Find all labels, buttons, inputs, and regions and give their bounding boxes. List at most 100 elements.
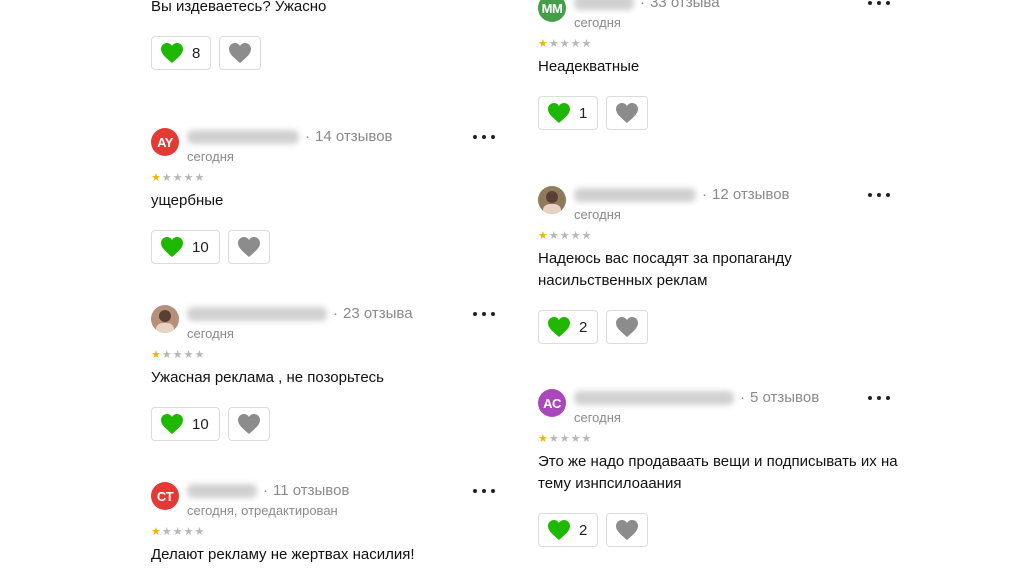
dislike-button[interactable] (227, 230, 270, 264)
more-dots-icon[interactable] (868, 392, 890, 404)
author-line: · 5 отзывов (574, 389, 819, 406)
review-actions: 10 (151, 407, 501, 441)
dislike-button[interactable] (227, 407, 270, 441)
like-count: 10 (192, 238, 209, 256)
more-dots-icon[interactable] (473, 485, 495, 497)
avatar[interactable]: AY (151, 128, 179, 156)
more-dots-icon[interactable] (868, 0, 890, 9)
dislike-button[interactable] (606, 513, 649, 547)
review-date: сегодня (574, 207, 621, 222)
like-count: 1 (579, 104, 588, 122)
star-icon: ★ (581, 38, 593, 50)
star-icon: ★ (183, 526, 195, 538)
gray-heart-icon (237, 237, 260, 257)
star-icon: ★ (548, 38, 560, 50)
author-line: · 33 отзыва (574, 0, 720, 11)
like-count: 10 (192, 415, 209, 433)
star-icon: ★ (172, 526, 184, 538)
star-icon: ★ (570, 433, 582, 445)
rating-stars: ★★★★★ (151, 349, 501, 361)
review-actions: 2 (538, 310, 898, 344)
star-icon: ★ (172, 349, 184, 361)
like-button[interactable]: 10 (151, 230, 220, 264)
avatar[interactable]: CT (151, 482, 179, 510)
review-count[interactable]: 11 отзывов (273, 482, 349, 499)
more-dots-icon[interactable] (473, 131, 495, 143)
separator-dot: · (333, 305, 338, 322)
review-count[interactable]: 23 отзыва (343, 305, 413, 322)
author-name-blurred[interactable] (574, 187, 696, 202)
gray-heart-icon (229, 43, 252, 63)
review-count[interactable]: 12 отзывов (712, 186, 790, 203)
avatar[interactable] (151, 305, 179, 333)
avatar[interactable]: AC (538, 389, 566, 417)
like-count: 8 (192, 44, 201, 62)
gray-heart-icon (616, 317, 639, 337)
star-icon: ★ (172, 172, 184, 184)
gray-heart-icon (237, 414, 260, 434)
author-line: · 12 отзывов (574, 186, 790, 203)
separator-dot: · (263, 482, 268, 499)
star-icon: ★ (194, 526, 206, 538)
rating-stars: ★★★★★ (151, 526, 501, 538)
star-icon: ★ (194, 349, 206, 361)
avatar[interactable] (538, 186, 566, 214)
star-icon: ★ (161, 172, 173, 184)
review-card: · 12 отзывов сегодня ★★★★★ Надеюсь вас посад… (538, 180, 898, 344)
review-text: Делают рекламу не жертвах насилия! (151, 546, 415, 563)
review-card: MM · 33 отзыва сегодня ★★★★★ Неадекватные 1 (538, 0, 898, 130)
author-name-blurred[interactable] (187, 129, 299, 144)
author-name-blurred[interactable] (187, 483, 257, 498)
more-dots-icon[interactable] (868, 189, 890, 201)
green-heart-icon (161, 237, 183, 257)
star-icon: ★ (194, 172, 206, 184)
green-heart-icon (548, 317, 570, 337)
review-text: ущербные (151, 192, 224, 209)
like-button[interactable]: 1 (538, 96, 599, 130)
author-name-blurred[interactable] (574, 0, 634, 10)
dislike-button[interactable] (606, 96, 649, 130)
author-name-blurred[interactable] (187, 306, 327, 321)
review-count[interactable]: 5 отзывов (750, 389, 819, 406)
star-icon: ★ (538, 433, 549, 445)
author-name-blurred[interactable] (574, 390, 734, 405)
rating-stars: ★★★★★ (538, 230, 898, 242)
dislike-button[interactable] (219, 36, 262, 70)
separator-dot: · (640, 0, 645, 11)
separator-dot: · (305, 128, 310, 145)
star-icon: ★ (151, 526, 162, 538)
review-date: сегодня (187, 149, 234, 164)
star-icon: ★ (538, 38, 549, 50)
review-text: Это же надо продаваать вещи и подписыват… (538, 453, 898, 492)
separator-dot: · (702, 186, 707, 203)
rating-stars: ★★★★★ (538, 433, 898, 445)
review-actions: 1 (538, 96, 898, 130)
review-count[interactable]: 14 отзывов (315, 128, 393, 145)
gray-heart-icon (616, 103, 639, 123)
review-header: · 12 отзывов сегодня (538, 180, 898, 230)
review-actions: 8 (151, 36, 501, 70)
like-button[interactable]: 2 (538, 310, 599, 344)
star-icon: ★ (570, 38, 582, 50)
review-text: Неадекватные (538, 58, 640, 75)
user-photo-icon (156, 310, 174, 333)
review-count[interactable]: 33 отзыва (650, 0, 720, 11)
like-button[interactable]: 8 (151, 36, 212, 70)
review-card: AY · 14 отзывов сегодня ★★★★★ ущербные 10 (151, 122, 501, 264)
star-icon: ★ (151, 349, 162, 361)
green-heart-icon (548, 103, 570, 123)
star-icon: ★ (548, 433, 560, 445)
review-header: MM · 33 отзыва сегодня (538, 0, 898, 38)
green-heart-icon (161, 43, 183, 63)
star-icon: ★ (559, 230, 571, 242)
like-button[interactable]: 10 (151, 407, 220, 441)
like-count: 2 (579, 521, 588, 539)
dislike-button[interactable] (606, 310, 649, 344)
like-button[interactable]: 2 (538, 513, 599, 547)
review-card: · 23 отзыва сегодня ★★★★★ Ужасная реклама , … (151, 299, 501, 441)
review-text: Ужасная реклама , не позорьтесь (151, 369, 384, 386)
more-dots-icon[interactable] (473, 308, 495, 320)
review-date: сегодня, отредактирован (187, 503, 338, 518)
star-icon: ★ (548, 230, 560, 242)
avatar[interactable]: MM (538, 0, 566, 22)
